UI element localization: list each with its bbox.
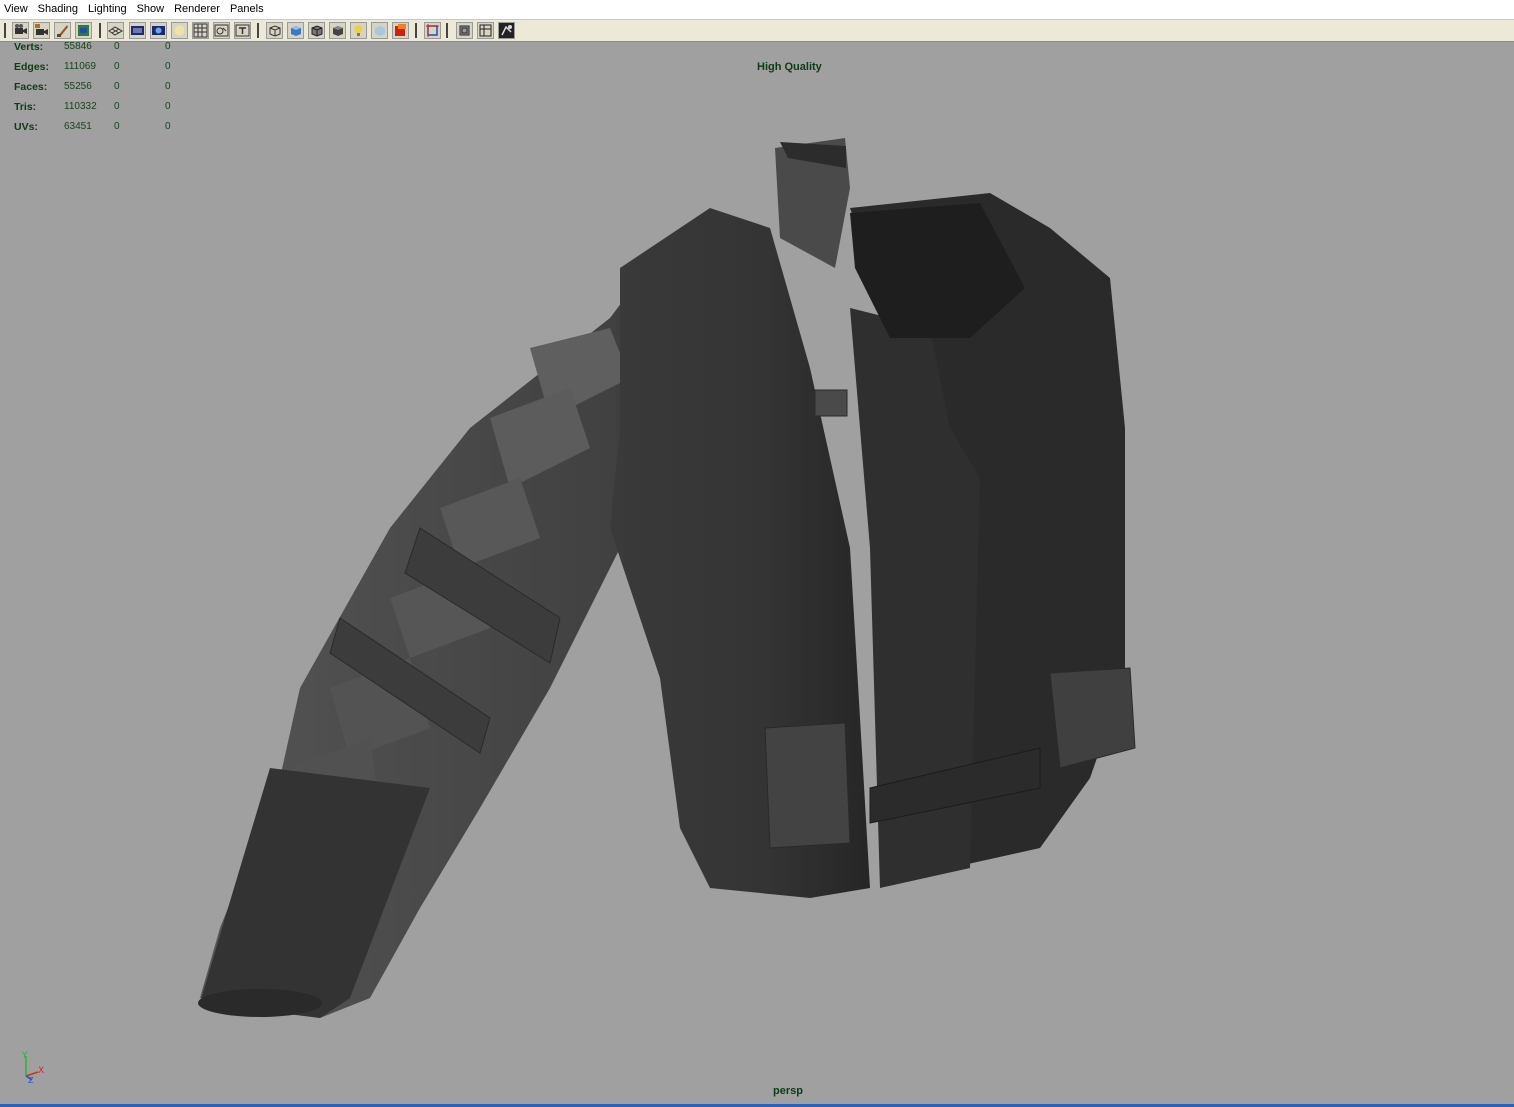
hud-value: 0 xyxy=(165,41,171,52)
menu-panels[interactable]: Panels xyxy=(225,0,269,19)
toolbar-separator xyxy=(99,23,101,38)
menu-show[interactable]: Show xyxy=(132,0,170,19)
hud-value: 0 xyxy=(114,61,120,72)
vest-buckle xyxy=(814,389,848,417)
vest-pocket-left xyxy=(764,722,851,849)
hud-row-edges: Edges: 111069 0 0 xyxy=(0,61,200,81)
panel-menu-bar: View Shading Lighting Show Renderer Pane… xyxy=(0,0,1514,20)
hud-label: Tris: xyxy=(14,101,37,113)
hud-label: UVs: xyxy=(14,121,38,133)
isolate-select-icon[interactable] xyxy=(424,22,441,39)
hud-row-verts: Verts: 55846 0 0 xyxy=(0,41,200,61)
hud-value: 0 xyxy=(165,121,171,132)
toolbar-separator xyxy=(4,23,6,38)
film-gate-icon[interactable] xyxy=(129,22,146,39)
gate-mask-icon[interactable] xyxy=(171,22,188,39)
bookmark-icon[interactable] xyxy=(75,22,92,39)
hud-value: 0 xyxy=(165,61,171,72)
field-chart-icon[interactable] xyxy=(192,22,209,39)
hud-value: 110332 xyxy=(64,101,97,112)
axis-z-label: Z xyxy=(28,1076,34,1084)
resolution-gate-icon[interactable] xyxy=(150,22,167,39)
hud-value: 0 xyxy=(165,101,171,112)
select-camera-icon[interactable] xyxy=(12,22,29,39)
camera-name-label: persp xyxy=(773,1085,803,1097)
default-lighting-icon[interactable] xyxy=(350,22,367,39)
xray-joints-icon[interactable] xyxy=(477,22,494,39)
toolbar-separator xyxy=(415,23,417,38)
smooth-shade-icon[interactable] xyxy=(287,22,304,39)
axis-x-label: X xyxy=(38,1066,44,1076)
lock-camera-icon[interactable] xyxy=(33,22,50,39)
hud-value: 0 xyxy=(114,81,120,92)
hud-value: 0 xyxy=(165,81,171,92)
view-axis-indicator: Y X Z xyxy=(21,1051,44,1084)
panel-toolbar xyxy=(0,20,1514,42)
hud-value: 0 xyxy=(114,41,120,52)
hud-label: Faces: xyxy=(14,81,48,93)
hud-value: 55846 xyxy=(64,41,92,52)
hud-row-tris: Tris: 110332 0 0 xyxy=(0,101,200,121)
hud-row-faces: Faces: 55256 0 0 xyxy=(0,81,200,101)
safe-action-icon[interactable] xyxy=(213,22,230,39)
menu-shading[interactable]: Shading xyxy=(33,0,83,19)
flat-shade-icon[interactable] xyxy=(329,22,346,39)
xray-icon[interactable] xyxy=(456,22,473,39)
hud-label: Edges: xyxy=(14,61,50,73)
hud-value: 111069 xyxy=(64,61,96,72)
wireframe-icon[interactable] xyxy=(266,22,283,39)
menu-view[interactable]: View xyxy=(0,0,33,19)
quality-label: High Quality xyxy=(757,61,822,73)
hud-value: 63451 xyxy=(64,121,92,132)
vest-pocket-right xyxy=(1049,667,1136,769)
safe-title-icon[interactable] xyxy=(234,22,251,39)
toolbar-separator xyxy=(446,23,448,38)
cuff-opening xyxy=(198,989,322,1017)
hud-value: 0 xyxy=(114,121,120,132)
hud-value: 0 xyxy=(114,101,120,112)
textured-icon[interactable] xyxy=(371,22,388,39)
hud-row-uvs: UVs: 63451 0 0 xyxy=(0,121,200,141)
wireframe-on-shaded-icon[interactable] xyxy=(308,22,325,39)
grid-icon[interactable] xyxy=(107,22,124,39)
menu-lighting[interactable]: Lighting xyxy=(83,0,132,19)
camera-attributes-icon[interactable] xyxy=(54,22,71,39)
toolbar-separator xyxy=(257,23,259,38)
hud-label: Verts: xyxy=(14,41,44,53)
axis-y-label: Y xyxy=(21,1051,28,1061)
high-quality-icon[interactable] xyxy=(498,22,515,39)
jacket-model[interactable] xyxy=(190,128,1150,1028)
shadows-icon[interactable] xyxy=(392,22,409,39)
hud-value: 55256 xyxy=(64,81,92,92)
menu-renderer[interactable]: Renderer xyxy=(169,0,225,19)
